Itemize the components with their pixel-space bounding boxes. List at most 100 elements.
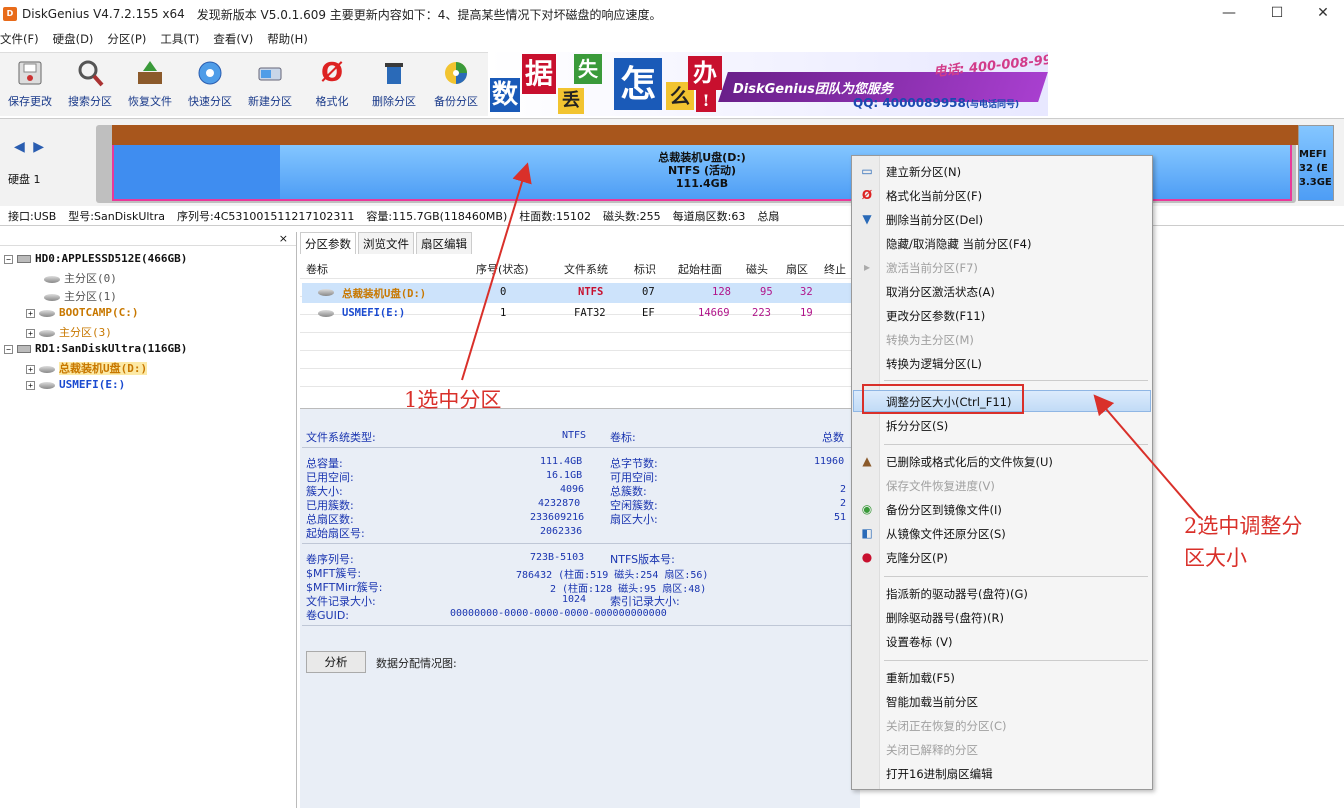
format-icon: Ø (861, 188, 873, 202)
menu-item-split[interactable]: 拆分分区(S) (886, 418, 948, 434)
restore-icon: ◧ (861, 526, 873, 540)
tree-item[interactable]: + BOOTCAMP(C:) (26, 306, 138, 319)
partition-block-e[interactable]: MEFI 32 (E 3.3GE (1298, 125, 1334, 201)
disk-header-strip (112, 125, 1298, 145)
table-row[interactable]: USMEFI(E:) 1 FAT32 EF 14669 223 19 (302, 304, 858, 324)
menu-item-assign-letter[interactable]: 指派新的驱动器号(盘符)(G) (886, 586, 1028, 602)
disk-icon (17, 345, 31, 353)
info-total-sectors: 总扇 (757, 209, 780, 223)
menu-item-format[interactable]: 格式化当前分区(F) (886, 188, 982, 204)
quick-partition-button[interactable]: 快速分区 (180, 57, 240, 109)
disk-icon (17, 255, 31, 263)
expand-icon[interactable]: + (26, 328, 35, 338)
menu-item-restore-image[interactable]: 从镜像文件还原分区(S) (886, 526, 1006, 542)
tree-item-selected[interactable]: + 总裁装机U盘(D:) (26, 360, 148, 376)
menu-item-backup-image[interactable]: 备份分区到镜像文件(I) (886, 502, 1002, 518)
backup-partition-button[interactable]: 备份分区 (426, 57, 486, 109)
tree-disk-hd0[interactable]: − HD0:APPLESSD512E(466GB) (4, 252, 187, 265)
menu-item-set-label[interactable]: 设置卷标 (V) (886, 634, 953, 650)
tab-browse-files[interactable]: 浏览文件 (358, 232, 414, 254)
col-id[interactable]: 标识 (634, 261, 656, 277)
banner-tile: 丢 (558, 88, 584, 114)
menu-disk[interactable]: 硬盘(D) (53, 31, 100, 47)
menu-item-reload[interactable]: 重新加载(F5) (886, 670, 955, 686)
info-cylinders: 柱面数:15102 (519, 209, 591, 223)
menu-item-new-partition[interactable]: 建立新分区(N) (886, 164, 961, 180)
expand-icon[interactable]: + (26, 380, 35, 390)
menu-item-clone[interactable]: 克隆分区(P) (886, 550, 948, 566)
menu-item-change-params[interactable]: 更改分区参数(F11) (886, 308, 985, 324)
banner-tile: 怎 (614, 58, 662, 110)
pane-close-icon[interactable]: × (279, 232, 288, 245)
delete-partition-button[interactable]: 删除分区 (364, 57, 424, 109)
delete-icon (377, 57, 411, 89)
window-title: DiskGenius V4.7.2.155 x64 (22, 7, 185, 21)
search-partition-button[interactable]: 搜索分区 (60, 57, 120, 109)
menu-item-close-interpreted[interactable]: 关闭已解释的分区 (886, 742, 978, 758)
tab-sector-editor[interactable]: 扇区编辑 (416, 232, 472, 254)
banner-tile: 办 (688, 56, 722, 90)
banner-tile: 数 (490, 78, 520, 112)
partition-used-segment (114, 145, 280, 199)
menu-item-file-recovery[interactable]: 已删除或格式化后的文件恢复(U) (886, 454, 1053, 470)
new-partition-icon (253, 57, 287, 89)
partition-icon (318, 307, 338, 319)
col-fs[interactable]: 文件系统 (564, 261, 608, 277)
col-end[interactable]: 终止 (824, 261, 846, 277)
menu-tools[interactable]: 工具(T) (160, 31, 205, 47)
col-index[interactable]: 序号(状态) (476, 261, 529, 277)
minimize-button[interactable]: — (1206, 0, 1252, 28)
tree-item[interactable]: + 主分区(3) (26, 324, 112, 340)
menu-item-delete[interactable]: 删除当前分区(Del) (886, 212, 983, 228)
save-changes-button[interactable]: 保存更改 (0, 57, 60, 109)
tab-partition-params[interactable]: 分区参数 (300, 232, 356, 254)
menu-item-to-logical[interactable]: 转换为逻辑分区(L) (886, 356, 982, 372)
menu-view[interactable]: 查看(V) (213, 31, 259, 47)
menu-partition[interactable]: 分区(P) (107, 31, 152, 47)
menu-item-remove-letter[interactable]: 删除驱动器号(盘符)(R) (886, 610, 1004, 626)
collapse-icon[interactable]: − (4, 344, 13, 354)
table-header: 卷标 序号(状态) 文件系统 标识 起始柱面 磁头 扇区 终止 (300, 258, 860, 278)
menu-item-close-recovering[interactable]: 关闭正在恢复的分区(C) (886, 718, 1007, 734)
menu-item-hide[interactable]: 隐藏/取消隐藏 当前分区(F4) (886, 236, 1031, 252)
col-sector[interactable]: 扇区 (786, 261, 808, 277)
menu-item-smart-load[interactable]: 智能加载当前分区 (886, 694, 978, 710)
annotation-step1: 1选中分区 (404, 388, 502, 412)
close-button[interactable]: ✕ (1300, 0, 1344, 28)
menu-help[interactable]: 帮助(H) (267, 31, 314, 47)
disk-nav-arrows[interactable]: ◀ ▶ (14, 139, 46, 155)
delete-icon: ▼ (862, 212, 872, 226)
format-button[interactable]: Ø 格式化 (302, 57, 362, 109)
menu-file[interactable]: 文件(F) (0, 31, 45, 47)
col-head[interactable]: 磁头 (746, 261, 768, 277)
menu-item-to-primary[interactable]: 转换为主分区(M) (886, 332, 974, 348)
tree-disk-rd1[interactable]: − RD1:SanDiskUltra(116GB) (4, 342, 187, 355)
menu-item-hex-editor[interactable]: 打开16进制扇区编辑 (886, 766, 993, 782)
tree-item[interactable]: + USMEFI(E:) (26, 378, 125, 391)
new-partition-button[interactable]: 新建分区 (240, 57, 300, 109)
tree-item[interactable]: 主分区(1) (44, 288, 117, 304)
expand-icon[interactable]: + (26, 364, 35, 374)
col-label[interactable]: 卷标 (306, 261, 328, 277)
collapse-icon[interactable]: − (4, 254, 13, 264)
menu-item-activate[interactable]: 激活当前分区(F7) (886, 260, 978, 276)
recover-files-button[interactable]: 恢复文件 (120, 57, 180, 109)
menu-bar: 文件(F) 硬盘(D) 分区(P) 工具(T) 查看(V) 帮助(H) (0, 28, 1344, 50)
info-model: 型号:SanDiskUltra (68, 209, 166, 223)
backup-icon (439, 57, 473, 89)
format-icon: Ø (320, 58, 344, 88)
filesystem-details: 文件系统类型: NTFS 卷标: 总数 总容量: 111.4GB 总字节数: 1… (300, 408, 860, 808)
col-start-cyl[interactable]: 起始柱面 (678, 261, 722, 277)
annotation-step2-line1: 2选中调整分 (1184, 514, 1303, 538)
table-row[interactable]: 总裁装机U盘(D:) 0 NTFS 07 128 95 32 (302, 283, 858, 303)
maximize-button[interactable]: ☐ (1254, 0, 1300, 28)
update-notice: 发现新版本 V5.0.1.609 主要更新内容如下：4、提高某些情况下对坏磁盘的… (196, 7, 662, 22)
menu-item-deactivate[interactable]: 取消分区激活状态(A) (886, 284, 995, 300)
support-banner[interactable]: 数 据 丢 失 怎 么 办 ! DiskGenius团队为您服务 电话: 400… (488, 52, 1048, 116)
toolbar: 保存更改 搜索分区 恢复文件 快速分区 新建分区 Ø 格式化 删除分区 备份分区 (0, 52, 490, 116)
menu-item-save-progress[interactable]: 保存文件恢复进度(V) (886, 478, 995, 494)
analyze-button[interactable]: 分析 (306, 651, 366, 673)
tree-item[interactable]: 主分区(0) (44, 270, 117, 286)
info-heads: 磁头数:255 (602, 209, 661, 223)
expand-icon[interactable]: + (26, 308, 35, 318)
